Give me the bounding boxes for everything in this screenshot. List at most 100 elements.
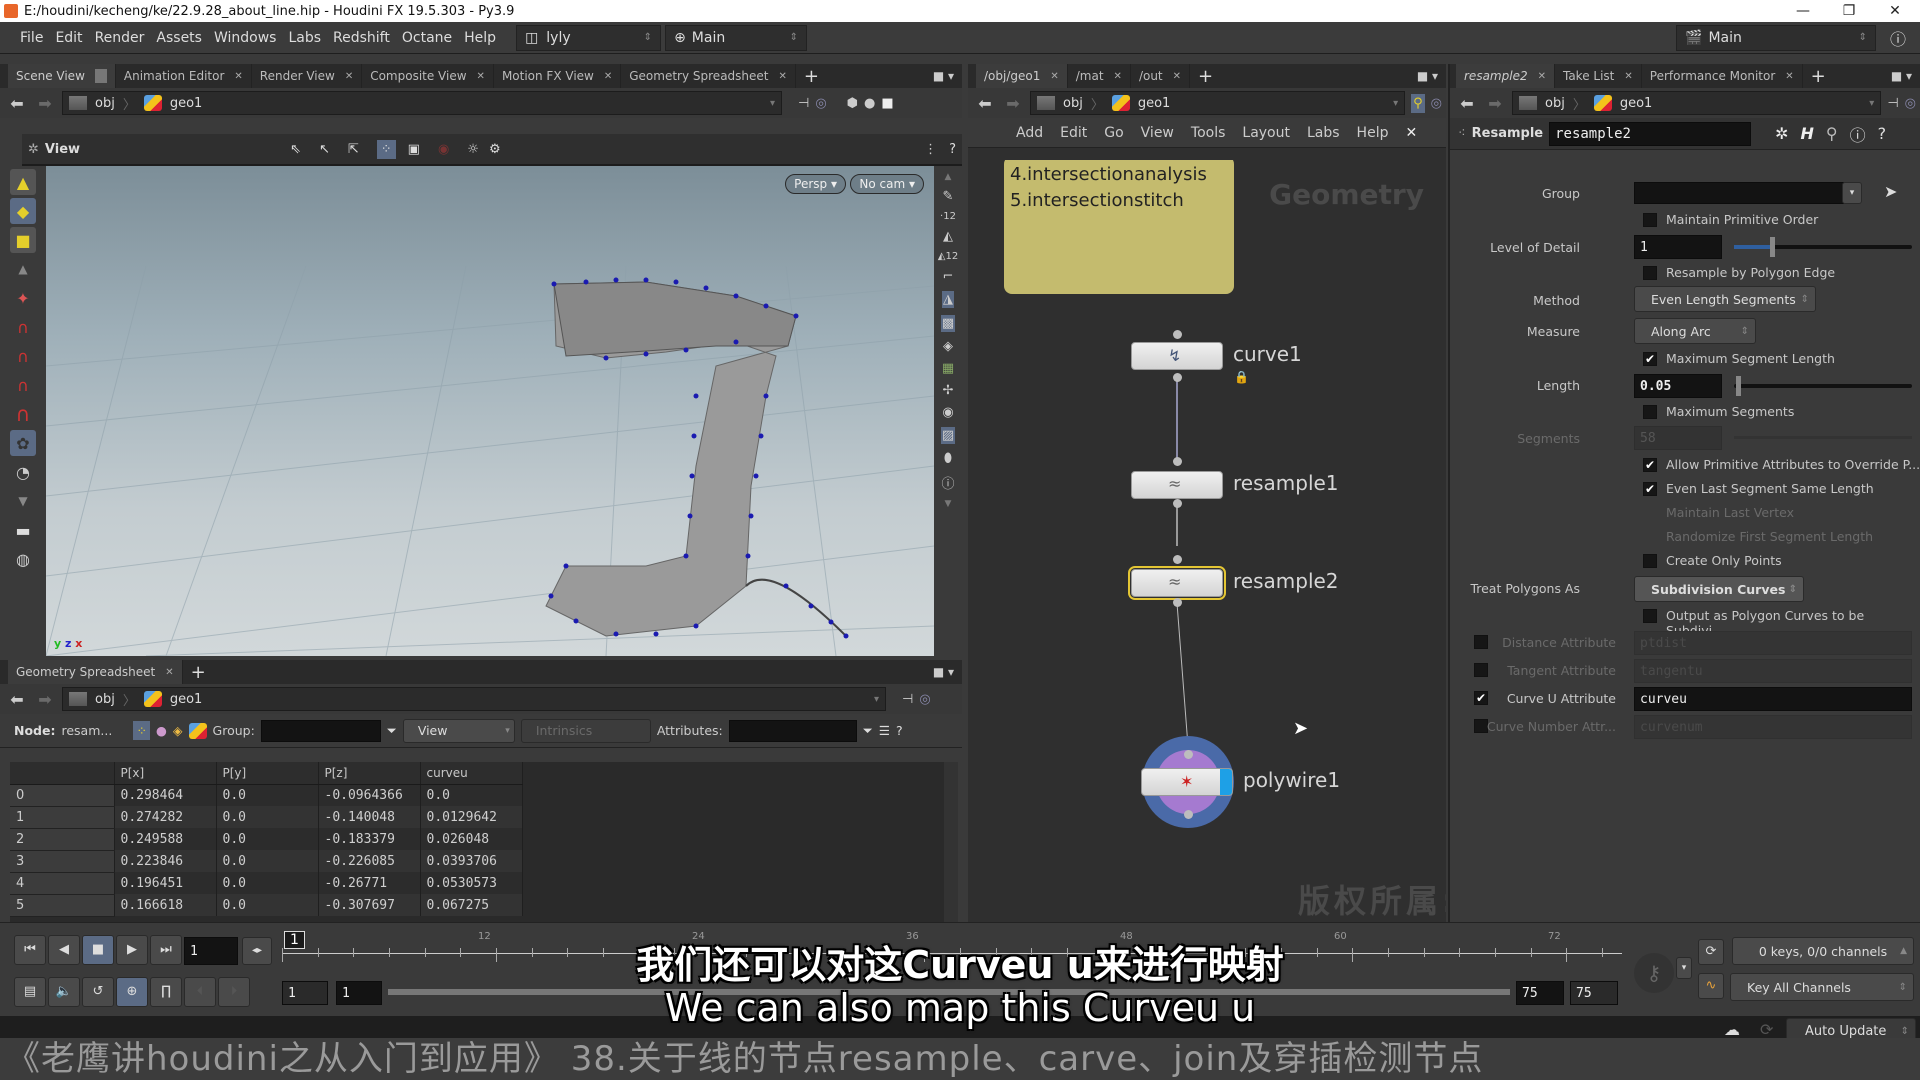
maintain-last-vertex-checkbox[interactable] xyxy=(1643,506,1657,520)
back-arrow-icon[interactable]: ⬅ xyxy=(1456,94,1478,113)
link-icon[interactable]: ◎ xyxy=(1431,96,1442,111)
output-connector[interactable] xyxy=(1173,499,1182,508)
tab-take-list[interactable]: Take List ✕ xyxy=(1555,64,1642,88)
network-menu-help[interactable]: Help xyxy=(1357,125,1389,141)
path-geo[interactable]: geo1 xyxy=(170,692,202,707)
link-icon[interactable]: ◎ xyxy=(1905,96,1916,111)
add-tab-button[interactable]: + xyxy=(1190,66,1221,87)
prim-numbers-icon[interactable]: ◭12 xyxy=(938,251,958,262)
desktop-selector[interactable]: ◫ lyly ⇕ xyxy=(516,24,662,51)
link-icon[interactable]: ◎ xyxy=(815,96,826,111)
forward-arrow-icon[interactable]: ➡ xyxy=(1484,94,1506,113)
tab-out[interactable]: /out ✕ xyxy=(1131,64,1191,88)
path-obj[interactable]: obj xyxy=(1063,96,1083,111)
tab-geometry-spreadsheet[interactable]: Geometry Spreadsheet ✕ xyxy=(621,64,796,88)
display-bar-icon[interactable]: ⋮ xyxy=(924,142,937,157)
network-menu-edit[interactable]: Edit xyxy=(1060,125,1087,141)
group-field[interactable] xyxy=(1634,182,1844,204)
curve-u-attribute-checkbox[interactable]: ✔ xyxy=(1474,691,1488,705)
group-field[interactable] xyxy=(260,719,381,742)
info-icon[interactable]: ⓘ xyxy=(1850,122,1866,146)
diamond-icon[interactable]: ◈ xyxy=(943,339,953,354)
network-menu-add[interactable]: Add xyxy=(1016,125,1043,141)
tab-obj-geo1[interactable]: /obj/geo1 ✕ xyxy=(976,64,1068,88)
display-options-icon[interactable]: ▣ xyxy=(408,142,420,157)
attr-filter-icon[interactable]: ⏷ xyxy=(863,723,873,739)
forward-arrow-icon[interactable]: ➡ xyxy=(34,94,56,113)
attributes-field[interactable] xyxy=(728,719,857,742)
select-dynamics-icon[interactable]: ■ xyxy=(10,227,36,253)
table-row[interactable]: 3 0.223846 0.0 -0.226085 0.0393706 xyxy=(10,850,523,873)
output-connector[interactable] xyxy=(1173,373,1182,382)
select-tool-icon[interactable]: ⇖ xyxy=(290,142,301,157)
lod-field[interactable]: 1 xyxy=(1634,235,1722,259)
select-mode-icon[interactable]: ↖ xyxy=(319,142,330,157)
input-connector[interactable] xyxy=(1173,330,1182,339)
treat-polygons-dropdown[interactable]: Subdivision Curves ⇕ xyxy=(1634,576,1804,602)
column-header-index[interactable] xyxy=(10,762,115,785)
segments-slider[interactable] xyxy=(1734,436,1912,439)
column-header-curveu[interactable]: curveu xyxy=(420,762,523,785)
pane-menu-icon[interactable]: ■ ▾ xyxy=(933,69,954,83)
menu-labs[interactable]: Labs xyxy=(282,30,327,46)
shaded-icon[interactable]: ◮ xyxy=(942,291,954,308)
film-reel-icon[interactable]: ◍ xyxy=(10,546,36,572)
square-icon[interactable]: ■ xyxy=(881,96,893,111)
location-icon[interactable]: ⬮ xyxy=(944,451,952,466)
scroll-down-icon[interactable]: ▼ xyxy=(945,499,952,509)
snap-magnet-icon[interactable]: ∩ xyxy=(10,401,36,427)
path-obj[interactable]: obj xyxy=(1545,96,1565,111)
path-bar[interactable]: obj 〉 geo1 ▾ xyxy=(62,91,782,115)
input-connector[interactable] xyxy=(1173,555,1182,564)
menu-octane[interactable]: Octane xyxy=(396,30,458,46)
length-field[interactable]: 0.05 xyxy=(1634,374,1722,398)
scroll-up-icon[interactable]: ▲ xyxy=(945,172,952,182)
record-icon[interactable]: ◉ xyxy=(438,142,449,157)
allow-prim-attributes-checkbox[interactable]: ✔ xyxy=(1643,458,1657,472)
spreadsheet-help-icon[interactable]: ? xyxy=(896,723,903,738)
tab-resample2[interactable]: resample2 ✕ xyxy=(1456,64,1555,88)
no-cam-button[interactable]: No cam ▾ xyxy=(850,174,924,194)
network-menu-tools[interactable]: Tools xyxy=(1191,125,1226,141)
node-name-field[interactable]: resample2 xyxy=(1549,121,1752,146)
cube-icon[interactable]: ⬢ xyxy=(847,96,858,111)
maximize-button[interactable]: ❐ xyxy=(1826,0,1872,22)
node-polywire1[interactable]: ✶ xyxy=(1141,768,1233,796)
menu-windows[interactable]: Windows xyxy=(208,30,283,46)
snap-point-icon[interactable]: ∩ xyxy=(10,372,36,398)
3d-viewport[interactable]: Persp ▾ No cam ▾ y z x xyxy=(46,166,934,656)
menu-assets[interactable]: Assets xyxy=(150,30,208,46)
frame-icon[interactable]: ◉ xyxy=(942,405,953,420)
table-row[interactable]: 1 0.274282 0.0 -0.140048 0.0129642 xyxy=(10,806,523,829)
joint-icon[interactable]: ✢ xyxy=(943,383,954,398)
persp-button[interactable]: Persp ▾ xyxy=(785,174,846,194)
forward-arrow-icon[interactable]: ➡ xyxy=(1002,94,1024,113)
lod-slider[interactable] xyxy=(1734,237,1912,257)
intrinsics-dropdown[interactable]: Intrinsics xyxy=(520,718,651,743)
column-header-px[interactable]: P[x] xyxy=(114,762,217,785)
column-header-py[interactable]: P[y] xyxy=(216,762,319,785)
context-selector[interactable]: ⊕ Main ⇕ xyxy=(665,24,808,51)
input-connector[interactable] xyxy=(1184,750,1193,759)
render-region-icon[interactable]: ▬ xyxy=(10,517,36,543)
network-menu-labs[interactable]: Labs xyxy=(1307,125,1340,141)
pane-menu-icon[interactable]: ■ ▾ xyxy=(1891,69,1912,83)
tab-performance-monitor[interactable]: Performance Monitor ✕ xyxy=(1642,64,1803,88)
network-menu-view[interactable]: View xyxy=(1141,125,1174,141)
pane-menu-icon[interactable]: ■ ▾ xyxy=(933,665,954,679)
scroll-down-icon[interactable]: ▼ xyxy=(10,488,36,514)
table-row[interactable]: 4 0.196451 0.0 -0.26771 0.0530573 xyxy=(10,872,523,895)
maximum-segments-checkbox[interactable] xyxy=(1643,405,1657,419)
pin-icon[interactable]: ⊣ xyxy=(902,692,913,707)
snap-grid-icon[interactable]: ∩ xyxy=(10,314,36,340)
tab-mat[interactable]: /mat ✕ xyxy=(1068,64,1131,88)
hda-icon[interactable]: H xyxy=(1801,124,1814,143)
maintain-primitive-order-checkbox[interactable] xyxy=(1643,213,1657,227)
points-display-icon[interactable]: ⁘ xyxy=(376,139,396,159)
pane-menu-icon[interactable]: ■ ▾ xyxy=(1417,69,1438,83)
path-obj[interactable]: obj xyxy=(95,96,115,111)
tab-scene-view[interactable]: Scene View xyxy=(8,64,116,88)
viewport-help-icon[interactable]: ? xyxy=(949,142,956,157)
curve-u-attribute-field[interactable]: curveu xyxy=(1634,687,1912,711)
path-geo[interactable]: geo1 xyxy=(1620,96,1652,111)
